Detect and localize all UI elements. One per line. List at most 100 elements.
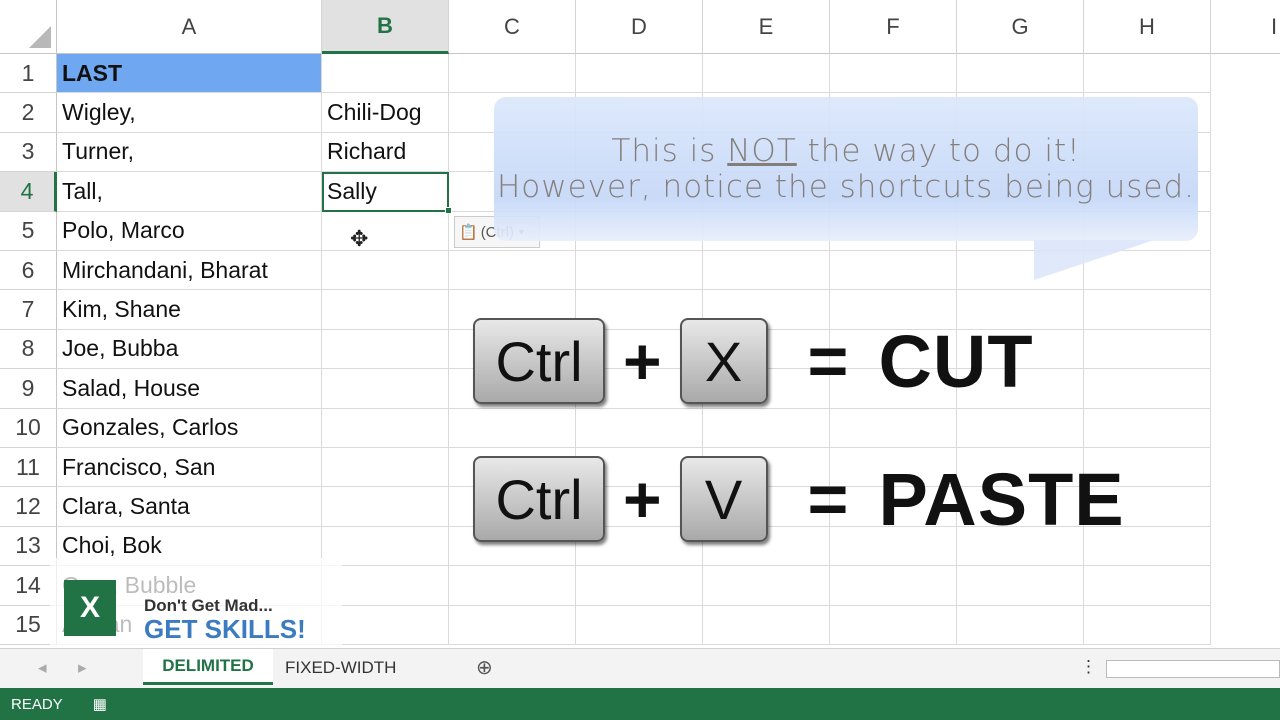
cell-A4[interactable]: Tall, bbox=[57, 172, 322, 212]
row-header-10[interactable]: 10 bbox=[0, 408, 57, 448]
cell-C6[interactable] bbox=[449, 251, 576, 291]
excel-logo-icon: X bbox=[64, 580, 116, 636]
cell-B9[interactable] bbox=[322, 369, 449, 409]
row-header-7[interactable]: 7 bbox=[0, 290, 57, 330]
status-text: READY bbox=[11, 695, 63, 713]
cell-B7[interactable] bbox=[322, 290, 449, 330]
sheet-tab-bar: ◂ ▸ DELIMITED FIXED-WIDTH ⊕ ⋮ bbox=[0, 648, 1280, 688]
column-header-E[interactable]: E bbox=[703, 0, 830, 54]
cell-B1[interactable] bbox=[322, 54, 449, 94]
cell-F1[interactable] bbox=[830, 54, 957, 94]
cell-H10[interactable] bbox=[1084, 408, 1211, 448]
row-header-3[interactable]: 3 bbox=[0, 132, 57, 173]
cell-A9[interactable]: Salad, House bbox=[57, 369, 322, 409]
row-header-14[interactable]: 14 bbox=[0, 566, 57, 606]
cell-E10[interactable] bbox=[703, 408, 830, 448]
cell-D6[interactable] bbox=[576, 251, 703, 291]
horizontal-scrollbar[interactable] bbox=[1106, 660, 1280, 678]
cell-D15[interactable] bbox=[576, 605, 703, 645]
cell-H14[interactable] bbox=[1084, 566, 1211, 606]
cell-H7[interactable] bbox=[1084, 290, 1211, 330]
cell-B10[interactable] bbox=[322, 408, 449, 448]
row-header-2[interactable]: 2 bbox=[0, 93, 57, 133]
column-header-I[interactable]: I bbox=[1211, 0, 1280, 54]
logo-title: GET SKILLS! bbox=[144, 614, 306, 644]
cell-H9[interactable] bbox=[1084, 369, 1211, 409]
row-header-6[interactable]: 6 bbox=[0, 251, 57, 291]
equals-sign: = bbox=[807, 322, 849, 400]
shortcut-cut: Ctrl + X = CUT bbox=[473, 318, 1034, 404]
column-header-H[interactable]: H bbox=[1084, 0, 1211, 54]
cell-D1[interactable] bbox=[576, 54, 703, 94]
cell-F14[interactable] bbox=[830, 566, 957, 606]
callout-line1: This is NOT the way to do it! bbox=[611, 133, 1081, 169]
row-header-1[interactable]: 1 bbox=[0, 54, 57, 94]
cell-F6[interactable] bbox=[830, 251, 957, 291]
column-header-F[interactable]: F bbox=[830, 0, 957, 54]
row-header-9[interactable]: 9 bbox=[0, 369, 57, 409]
row-header-11[interactable]: 11 bbox=[0, 448, 57, 488]
column-header-G[interactable]: G bbox=[957, 0, 1084, 54]
row-header-15[interactable]: 15 bbox=[0, 605, 57, 645]
cell-H8[interactable] bbox=[1084, 329, 1211, 370]
cell-G15[interactable] bbox=[957, 605, 1084, 645]
cell-C1[interactable] bbox=[449, 54, 576, 94]
cell-A1[interactable]: LAST bbox=[57, 54, 322, 94]
row-header-8[interactable]: 8 bbox=[0, 329, 57, 370]
cell-C10[interactable] bbox=[449, 408, 576, 448]
cell-H1[interactable] bbox=[1084, 54, 1211, 94]
column-header-D[interactable]: D bbox=[576, 0, 703, 54]
cell-B5[interactable] bbox=[322, 211, 449, 251]
cell-F15[interactable] bbox=[830, 605, 957, 645]
cell-E6[interactable] bbox=[703, 251, 830, 291]
row-header-13[interactable]: 13 bbox=[0, 526, 57, 567]
cell-A2[interactable]: Wigley, bbox=[57, 93, 322, 133]
cell-F10[interactable] bbox=[830, 408, 957, 448]
column-header-C[interactable]: C bbox=[449, 0, 576, 54]
row-header-4[interactable]: 4 bbox=[0, 172, 57, 212]
select-all-button[interactable] bbox=[0, 0, 57, 54]
cell-D14[interactable] bbox=[576, 566, 703, 606]
cell-E15[interactable] bbox=[703, 605, 830, 645]
cell-A12[interactable]: Clara, Santa bbox=[57, 487, 322, 527]
status-bar: READY ▦ bbox=[0, 688, 1280, 720]
cell-H15[interactable] bbox=[1084, 605, 1211, 645]
fill-handle[interactable] bbox=[445, 207, 452, 214]
more-options-icon[interactable]: ⋮ bbox=[1080, 657, 1097, 677]
cell-B8[interactable] bbox=[322, 329, 449, 370]
cell-A3[interactable]: Turner, bbox=[57, 132, 322, 173]
cell-A10[interactable]: Gonzales, Carlos bbox=[57, 408, 322, 448]
cell-A11[interactable]: Francisco, San bbox=[57, 448, 322, 488]
cell-B4[interactable]: Sally bbox=[322, 172, 449, 212]
macro-record-icon[interactable]: ▦ bbox=[93, 695, 107, 713]
cell-D10[interactable] bbox=[576, 408, 703, 448]
column-header-B[interactable]: B bbox=[322, 0, 449, 54]
cell-B12[interactable] bbox=[322, 487, 449, 527]
cell-B11[interactable] bbox=[322, 448, 449, 488]
add-sheet-icon[interactable]: ⊕ bbox=[476, 655, 493, 680]
cell-G14[interactable] bbox=[957, 566, 1084, 606]
cell-A7[interactable]: Kim, Shane bbox=[57, 290, 322, 330]
cell-A5[interactable]: Polo, Marco bbox=[57, 211, 322, 251]
scroll-left-icon[interactable]: ◂ bbox=[38, 658, 47, 678]
cell-G10[interactable] bbox=[957, 408, 1084, 448]
sheet-tab-delimited[interactable]: DELIMITED bbox=[143, 649, 273, 685]
cell-C15[interactable] bbox=[449, 605, 576, 645]
action-cut: CUT bbox=[878, 319, 1034, 403]
cell-A6[interactable]: Mirchandani, Bharat bbox=[57, 251, 322, 291]
column-header-A[interactable]: A bbox=[57, 0, 322, 54]
shortcut-paste: Ctrl + V = PASTE bbox=[473, 456, 1125, 542]
cell-B2[interactable]: Chili-Dog bbox=[322, 93, 449, 133]
sheet-tab-fixed-width[interactable]: FIXED-WIDTH bbox=[285, 658, 396, 678]
cell-G1[interactable] bbox=[957, 54, 1084, 94]
cell-E1[interactable] bbox=[703, 54, 830, 94]
row-header-12[interactable]: 12 bbox=[0, 487, 57, 527]
cell-A8[interactable]: Joe, Bubba bbox=[57, 329, 322, 370]
cell-E14[interactable] bbox=[703, 566, 830, 606]
callout-bubble: This is NOT the way to do it! However, n… bbox=[494, 97, 1198, 280]
row-header-5[interactable]: 5 bbox=[0, 211, 57, 251]
cell-B6[interactable] bbox=[322, 251, 449, 291]
scroll-right-icon[interactable]: ▸ bbox=[78, 658, 87, 678]
cell-B3[interactable]: Richard bbox=[322, 132, 449, 173]
cell-C14[interactable] bbox=[449, 566, 576, 606]
